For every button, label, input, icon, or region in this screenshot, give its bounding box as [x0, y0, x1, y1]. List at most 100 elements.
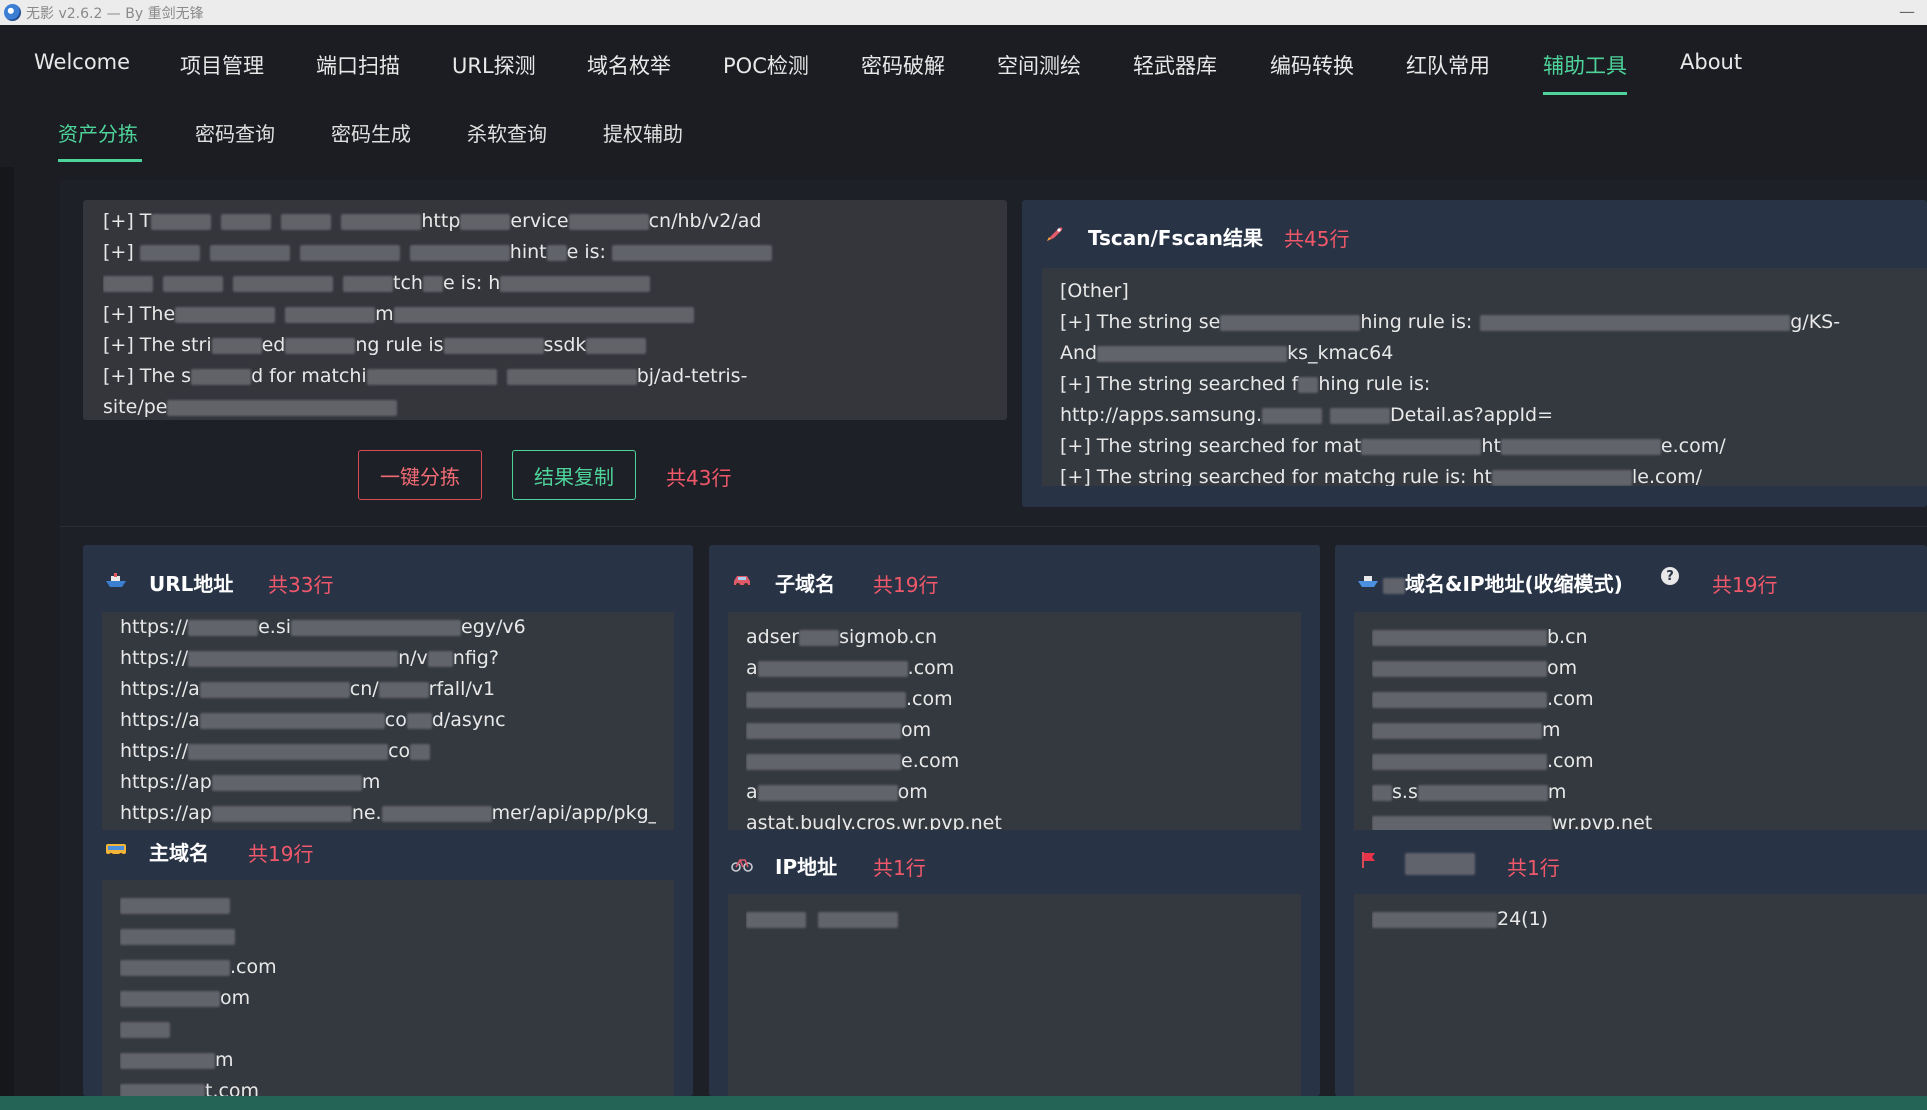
redacted-title-prefix: [1383, 578, 1405, 594]
left-border: [0, 167, 14, 1097]
domain-ip-line: .com: [1372, 746, 1909, 777]
domain-ip-count: 共19行: [1712, 573, 1778, 597]
input-textarea[interactable]: [+] Thttp ervice cn/hb/v2/ad [+] hint e is:…: [83, 200, 1007, 420]
tab-password-crack[interactable]: 密码破解: [861, 50, 945, 80]
copy-result-button[interactable]: 结果复制: [512, 450, 636, 500]
input-line: [+] The sd for matchi bj/ad-tetris-: [103, 365, 748, 387]
ip-title: IP地址: [775, 855, 838, 879]
main-domain-line: [120, 890, 656, 921]
url-line: https://a cn/rfall/v1: [120, 678, 496, 700]
tscan-textarea[interactable]: [Other] [+] The string se hing rule is: g/…: [1042, 268, 1927, 486]
subdomain-line: adser sigmob.cn: [746, 626, 938, 648]
tab-url-probe[interactable]: URL探测: [452, 50, 536, 80]
tscan-line: And ks_kmac64: [1060, 342, 1394, 364]
main-domain-line: .com: [120, 952, 656, 983]
ship-icon: [105, 572, 127, 590]
flag-icon: [1357, 851, 1379, 869]
flag-textarea[interactable]: 24(1): [1354, 894, 1927, 1096]
subtab-password-gen[interactable]: 密码生成: [331, 118, 411, 147]
section-divider: [60, 526, 1927, 527]
subtab-password-query[interactable]: 密码查询: [195, 118, 275, 147]
main-domain-textarea[interactable]: .com om m t.com: [102, 880, 674, 1096]
tscan-line: [+] The string se hing rule is: g/KS-: [1060, 311, 1841, 333]
url-count: 共33行: [268, 573, 334, 597]
redacted-flag-title: [1405, 853, 1475, 875]
subdomain-line: .com: [746, 684, 1283, 715]
tab-aux-tools[interactable]: 辅助工具: [1543, 50, 1627, 80]
main-domain-line: [120, 921, 656, 952]
tab-domain-enum[interactable]: 域名枚举: [587, 50, 671, 80]
domain-ip-title: 域名&IP地址(收缩模式): [1405, 572, 1623, 596]
tscan-line: [+] The string searched for matchg rule …: [1060, 466, 1702, 486]
tab-encoding[interactable]: 编码转换: [1270, 50, 1354, 80]
tab-project[interactable]: 项目管理: [180, 50, 264, 80]
subdomain-line: a om: [746, 781, 928, 803]
input-line: [+] The m: [103, 299, 987, 330]
subdomain-line: e.com: [746, 746, 1283, 777]
url-title: URL地址: [149, 572, 234, 596]
tab-poc[interactable]: POC检测: [723, 50, 809, 80]
app-logo-icon: [4, 4, 21, 21]
url-line: https://apne.mer/api/app/pkg_inf: [120, 802, 656, 824]
tab-about[interactable]: About: [1680, 50, 1742, 74]
input-line: [+] hint e is:: [103, 237, 987, 268]
minimize-button[interactable]: —: [1899, 2, 1915, 21]
tab-welcome[interactable]: Welcome: [34, 50, 130, 74]
subdomain-line: om: [746, 715, 1283, 746]
url-line: https://n/v nfig?: [120, 647, 499, 669]
ip-count: 共1行: [873, 856, 926, 880]
domain-ip-line: b.cn: [1372, 622, 1909, 653]
active-subtab-underline: [58, 159, 142, 162]
tscan-line: http://apps.samsung. Detail.as?appId=: [1060, 404, 1554, 426]
tab-light-arms[interactable]: 轻武器库: [1133, 50, 1217, 80]
tscan-line: [Other]: [1060, 280, 1129, 302]
input-line: [+] The stri ed ng rule is ssdk: [103, 330, 987, 361]
top-nav: Welcome 项目管理 端口扫描 URL探测 域名枚举 POC检测 密码破解 …: [0, 25, 1927, 101]
boat-icon: [1357, 572, 1379, 590]
ip-line: [746, 904, 1283, 935]
domain-ip-line: wr.pvp.net: [1372, 808, 1909, 830]
main-domain-line: m: [120, 1045, 656, 1076]
subdomain-line: a .com: [746, 657, 955, 679]
input-line-count: 共43行: [666, 466, 732, 490]
url-line: https://e.si egy/v6: [120, 616, 526, 638]
tscan-line: [+] The string searched for mat ht e.com/: [1060, 435, 1726, 457]
sort-button[interactable]: 一键分拣: [358, 450, 482, 500]
subdomain-textarea[interactable]: adser sigmob.cn a .com .com om e.com a om a…: [728, 612, 1301, 830]
url-line: https://co: [120, 736, 656, 767]
sub-nav: 资产分拣 密码查询 密码生成 杀软查询 提权辅助: [0, 101, 1927, 167]
main-domain-count: 共19行: [248, 842, 314, 866]
tab-redteam[interactable]: 红队常用: [1406, 50, 1490, 80]
subtab-asset-sort[interactable]: 资产分拣: [58, 118, 138, 147]
tscan-count: 共45行: [1284, 227, 1350, 251]
help-icon[interactable]: ?: [1661, 567, 1679, 585]
main-domain-line: om: [120, 983, 656, 1014]
input-line: [+] Thttp ervice cn/hb/v2/ad: [103, 210, 762, 232]
input-line: site/pe: [103, 392, 987, 420]
main-domain-line: t.com: [120, 1076, 656, 1096]
flag-line: 24(1): [1372, 904, 1909, 935]
subtab-av-query[interactable]: 杀软查询: [467, 118, 547, 147]
ip-textarea[interactable]: [728, 894, 1301, 1096]
main-domain-title: 主域名: [149, 841, 209, 865]
tab-space-mapping[interactable]: 空间测绘: [997, 50, 1081, 80]
car-icon: [731, 572, 753, 590]
domain-ip-line: om: [1372, 653, 1909, 684]
url-textarea[interactable]: https://e.si egy/v6 https://n/v nfig? http…: [102, 612, 674, 830]
tab-portscan[interactable]: 端口扫描: [316, 50, 400, 80]
tscan-line: [+] The string searched f hing rule is:: [1060, 373, 1431, 395]
flag-count: 共1行: [1507, 856, 1560, 880]
subdomain-line: astat.bugly.cros.wr.pvp.net: [746, 812, 1002, 830]
subtab-privesc[interactable]: 提权辅助: [603, 118, 683, 147]
window-titlebar: 无影 v2.6.2 — By 重剑无锋 —: [0, 0, 1927, 25]
window-title: 无影 v2.6.2 — By 重剑无锋: [26, 5, 204, 22]
bus-icon: [105, 841, 127, 859]
bicycle-icon: [731, 855, 753, 873]
rocket-icon: [1044, 225, 1066, 243]
url-line: https://a co d/async: [120, 709, 506, 731]
tscan-title: Tscan/Fscan结果: [1088, 226, 1263, 250]
domain-ip-line: .com: [1372, 684, 1909, 715]
domain-ip-textarea[interactable]: b.cn om .com m .com s.s m wr.pvp.net: [1354, 612, 1927, 830]
url-line: https://ap m: [120, 771, 381, 793]
input-line: tch e is: h: [103, 268, 987, 299]
